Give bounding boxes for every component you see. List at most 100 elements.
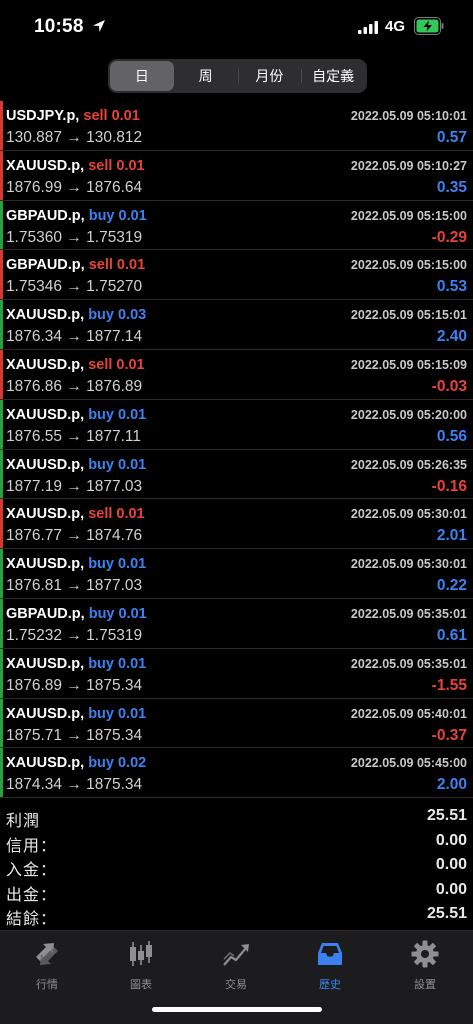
trade-datetime: 2022.05.09 05:15:00 [350, 258, 467, 273]
trade-profit: -0.03 [431, 377, 467, 395]
trade-prices: 1876.89 → 1875.34 [6, 676, 143, 694]
trade-side-lots: buy 0.03 [88, 307, 147, 324]
history-icon [318, 943, 342, 965]
trade-side-lots: buy 0.01 [88, 605, 147, 622]
trade-profit: -0.29 [431, 228, 467, 246]
trade-row[interactable]: XAUUSD.p, buy 0.01 1876.81 → 1877.03 202… [0, 549, 473, 599]
trade-symbol-line: XAUUSD.p, buy 0.01 [6, 457, 146, 473]
trade-side-lots: buy 0.01 [88, 655, 147, 672]
trade-symbol-line: GBPAUD.p, sell 0.01 [6, 257, 145, 273]
trade-row[interactable]: USDJPY.p, sell 0.01 130.887 → 130.812 20… [0, 101, 473, 151]
trade-symbol: XAUUSD.p, [6, 755, 85, 772]
trade-row[interactable]: XAUUSD.p, sell 0.01 1876.99 → 1876.64 20… [0, 150, 473, 201]
summary-label: 利潤 [6, 813, 41, 830]
trade-symbol: XAUUSD.p, [6, 406, 85, 423]
trade-row[interactable]: XAUUSD.p, buy 0.02 1874.34 → 1875.34 202… [0, 748, 473, 799]
trade-symbol-line: XAUUSD.p, buy 0.03 [6, 307, 146, 323]
network-type: 4G [385, 18, 406, 35]
side-indicator [0, 200, 3, 250]
trade-prices: 1874.34 → 1875.34 [6, 776, 143, 794]
trade-symbol: XAUUSD.p, [6, 456, 85, 473]
trade-prices: 1876.99 → 1876.64 [6, 178, 143, 196]
location-arrow-icon [93, 20, 105, 32]
trade-datetime: 2022.05.09 05:15:01 [350, 308, 467, 323]
segment-day[interactable]: 日 [110, 61, 174, 91]
trade-profit: 0.53 [436, 278, 467, 296]
summary-label: 出金： [6, 886, 58, 904]
tab-history[interactable]: 歷史 [295, 939, 365, 995]
trade-symbol: XAUUSD.p, [6, 506, 85, 523]
tab-label: 歷史 [319, 979, 341, 991]
summary-value: 25.51 [426, 807, 467, 824]
trade-datetime: 2022.05.09 05:40:01 [350, 706, 467, 721]
trade-symbol: GBPAUD.p, [6, 207, 85, 224]
trade-symbol: GBPAUD.p, [6, 257, 85, 274]
trade-row[interactable]: XAUUSD.p, sell 0.01 1876.77 → 1874.76 20… [0, 499, 473, 550]
trade-prices: 1876.34 → 1877.14 [6, 328, 143, 346]
summary-value: 0.00 [435, 831, 467, 849]
side-indicator [0, 150, 3, 200]
side-indicator [0, 250, 3, 300]
side-indicator [0, 698, 3, 748]
trade-row[interactable]: XAUUSD.p, buy 0.01 1875.71 → 1875.34 202… [0, 698, 473, 749]
side-indicator [0, 101, 3, 150]
trade-datetime: 2022.05.09 05:45:00 [350, 756, 467, 771]
trade-profit: 2.01 [436, 527, 467, 545]
tab-quotes[interactable]: 行情 [12, 939, 82, 995]
summary-label: 入金： [6, 862, 58, 879]
home-indicator[interactable] [152, 1007, 322, 1012]
summary-value: 25.51 [426, 905, 467, 922]
trade-row[interactable]: XAUUSD.p, buy 0.01 1876.55 → 1877.11 202… [0, 399, 473, 450]
trade-symbol-line: GBPAUD.p, buy 0.01 [6, 606, 147, 622]
trade-side-lots: buy 0.01 [88, 406, 147, 423]
trade-row[interactable]: XAUUSD.p, buy 0.03 1876.34 → 1877.14 202… [0, 300, 473, 350]
trade-row[interactable]: GBPAUD.p, buy 0.01 1.75232 → 1.75319 202… [0, 598, 473, 649]
tab-label: 圖表 [130, 979, 152, 991]
tab-label: 行情 [36, 979, 58, 991]
trade-datetime: 2022.05.09 05:30:01 [350, 557, 467, 572]
side-indicator [0, 399, 3, 449]
trade-row[interactable]: XAUUSD.p, buy 0.01 1876.89 → 1875.34 202… [0, 648, 473, 699]
segment-custom[interactable]: 自定義 [301, 61, 365, 91]
trade-profit: 0.56 [436, 427, 467, 445]
trade-prices: 1.75360 → 1.75319 [6, 228, 143, 246]
trade-symbol-line: USDJPY.p, sell 0.01 [6, 108, 140, 124]
trade-datetime: 2022.05.09 05:15:00 [350, 208, 467, 223]
trade-profit: 0.61 [436, 626, 467, 644]
trade-symbol: XAUUSD.p, [6, 655, 85, 672]
summary-label: 結餘： [6, 911, 58, 928]
trade-side-lots: sell 0.01 [88, 506, 145, 523]
trade-row[interactable]: GBPAUD.p, sell 0.01 1.75346 → 1.75270 20… [0, 250, 473, 301]
trade-side-lots: sell 0.01 [83, 108, 140, 124]
tab-settings[interactable]: 設置 [390, 939, 460, 995]
segment-month[interactable]: 月份 [237, 61, 302, 91]
trade-row[interactable]: GBPAUD.p, buy 0.01 1.75360 → 1.75319 202… [0, 200, 473, 251]
segment-week[interactable]: 周 [174, 61, 238, 91]
trade-side-lots: buy 0.02 [88, 755, 147, 772]
trade-side-lots: buy 0.01 [88, 456, 147, 473]
tab-trade[interactable]: 交易 [201, 939, 271, 995]
trade-row[interactable]: XAUUSD.p, buy 0.01 1877.19 → 1877.03 202… [0, 449, 473, 500]
trade-symbol: USDJPY.p, [6, 108, 80, 124]
trade-datetime: 2022.05.09 05:20:00 [350, 407, 467, 422]
trade-prices: 1875.71 → 1875.34 [6, 726, 143, 744]
trade-prices: 1876.55 → 1877.11 [6, 427, 142, 445]
side-indicator [0, 499, 3, 549]
trade-symbol: XAUUSD.p, [6, 556, 85, 573]
trade-row[interactable]: XAUUSD.p, sell 0.01 1876.86 → 1876.89 20… [0, 349, 473, 400]
tab-label: 設置 [414, 979, 436, 991]
trade-symbol-line: XAUUSD.p, buy 0.01 [6, 706, 146, 722]
trade-side-lots: buy 0.01 [88, 556, 147, 573]
chart-icon [130, 941, 152, 966]
side-indicator [0, 449, 3, 499]
trade-symbol: XAUUSD.p, [6, 157, 85, 174]
status-time: 10:58 [34, 16, 84, 37]
side-indicator [0, 549, 3, 598]
trade-symbol-line: XAUUSD.p, buy 0.01 [6, 656, 146, 672]
tab-chart[interactable]: 圖表 [106, 939, 176, 995]
trade-datetime: 2022.05.09 05:30:01 [350, 507, 467, 522]
trade-side-lots: sell 0.01 [88, 356, 145, 373]
trade-symbol-line: XAUUSD.p, buy 0.02 [6, 755, 146, 771]
summary-label: 信用： [6, 837, 58, 855]
trade-datetime: 2022.05.09 05:35:01 [350, 606, 467, 621]
